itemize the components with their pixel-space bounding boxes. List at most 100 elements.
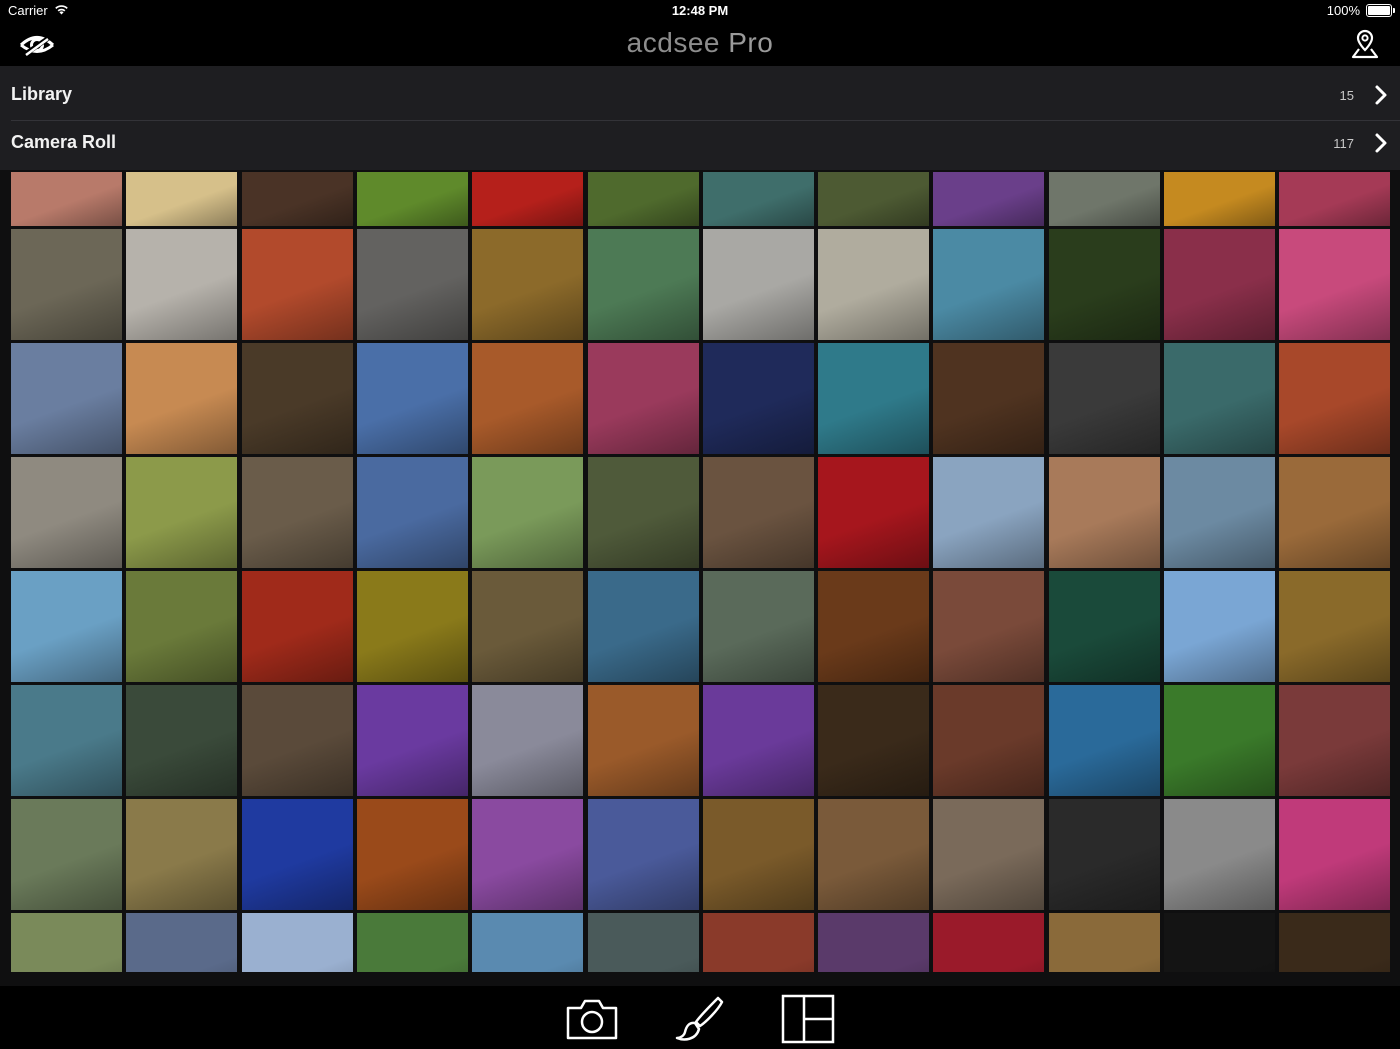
photo-thumbnail[interactable] — [1049, 571, 1160, 682]
photo-thumbnail[interactable] — [472, 172, 583, 226]
photo-thumbnail[interactable] — [242, 685, 353, 796]
photo-thumbnail[interactable] — [126, 913, 237, 972]
photo-thumbnail[interactable] — [242, 457, 353, 568]
album-row-camera-roll[interactable]: Camera Roll 117 — [0, 116, 1400, 168]
photo-thumbnail[interactable] — [11, 913, 122, 972]
photo-thumbnail[interactable] — [242, 799, 353, 910]
brush-icon[interactable] — [672, 992, 728, 1044]
photo-thumbnail[interactable] — [588, 799, 699, 910]
photo-thumbnail[interactable] — [1049, 913, 1160, 972]
photo-thumbnail[interactable] — [126, 172, 237, 226]
photo-thumbnail[interactable] — [242, 343, 353, 454]
photo-thumbnail[interactable] — [11, 172, 122, 226]
photo-thumbnail[interactable] — [1164, 685, 1275, 796]
photo-thumbnail[interactable] — [1049, 685, 1160, 796]
album-row-library[interactable]: Library 15 — [0, 68, 1400, 120]
photo-thumbnail[interactable] — [126, 343, 237, 454]
photo-thumbnail[interactable] — [1279, 457, 1390, 568]
photo-thumbnail[interactable] — [11, 799, 122, 910]
photo-thumbnail[interactable] — [357, 229, 468, 340]
photo-thumbnail[interactable] — [126, 799, 237, 910]
photo-thumbnail[interactable] — [703, 799, 814, 910]
photo-thumbnail[interactable] — [472, 571, 583, 682]
photo-thumbnail[interactable] — [1164, 343, 1275, 454]
photo-thumbnail[interactable] — [357, 913, 468, 972]
photo-thumbnail[interactable] — [357, 799, 468, 910]
photo-thumbnail[interactable] — [1279, 571, 1390, 682]
photo-thumbnail[interactable] — [1164, 799, 1275, 910]
photo-thumbnail[interactable] — [1279, 229, 1390, 340]
photo-thumbnail[interactable] — [1164, 229, 1275, 340]
photo-thumbnail[interactable] — [933, 457, 1044, 568]
photo-thumbnail[interactable] — [1164, 457, 1275, 568]
photo-thumbnail[interactable] — [472, 343, 583, 454]
photo-thumbnail[interactable] — [357, 685, 468, 796]
photo-thumbnail[interactable] — [472, 457, 583, 568]
photo-thumbnail[interactable] — [933, 172, 1044, 226]
photo-thumbnail[interactable] — [1279, 799, 1390, 910]
photo-thumbnail[interactable] — [357, 172, 468, 226]
photo-thumbnail[interactable] — [588, 571, 699, 682]
photo-thumbnail[interactable] — [126, 229, 237, 340]
photo-thumbnail[interactable] — [126, 685, 237, 796]
photo-thumbnail[interactable] — [1049, 172, 1160, 226]
photo-thumbnail[interactable] — [703, 343, 814, 454]
photo-thumbnail[interactable] — [472, 685, 583, 796]
photo-thumbnail[interactable] — [588, 457, 699, 568]
photo-thumbnail[interactable] — [588, 229, 699, 340]
photo-thumbnail[interactable] — [933, 799, 1044, 910]
photo-thumbnail[interactable] — [703, 172, 814, 226]
photo-thumbnail[interactable] — [242, 913, 353, 972]
photo-thumbnail[interactable] — [11, 457, 122, 568]
photo-thumbnail[interactable] — [472, 913, 583, 972]
photo-thumbnail[interactable] — [357, 457, 468, 568]
photo-thumbnail[interactable] — [703, 685, 814, 796]
photo-thumbnail[interactable] — [588, 172, 699, 226]
photo-thumbnail[interactable] — [11, 229, 122, 340]
photo-thumbnail[interactable] — [357, 571, 468, 682]
photo-thumbnail[interactable] — [588, 343, 699, 454]
photo-thumbnail[interactable] — [818, 457, 929, 568]
photo-thumbnail[interactable] — [588, 913, 699, 972]
photo-thumbnail[interactable] — [126, 571, 237, 682]
photo-thumbnail[interactable] — [1164, 913, 1275, 972]
photo-thumbnail[interactable] — [588, 685, 699, 796]
photo-thumbnail[interactable] — [1049, 229, 1160, 340]
photo-thumbnail[interactable] — [933, 343, 1044, 454]
photo-thumbnail[interactable] — [11, 685, 122, 796]
photo-thumbnail[interactable] — [242, 172, 353, 226]
photo-thumbnail[interactable] — [1164, 172, 1275, 226]
photo-thumbnail[interactable] — [1049, 799, 1160, 910]
photo-thumbnail[interactable] — [242, 229, 353, 340]
photo-thumbnail[interactable] — [703, 229, 814, 340]
photo-thumbnail[interactable] — [1279, 172, 1390, 226]
photo-thumbnail[interactable] — [1279, 913, 1390, 972]
photo-thumbnail[interactable] — [242, 571, 353, 682]
photo-thumbnail[interactable] — [818, 913, 929, 972]
camera-icon[interactable] — [564, 992, 620, 1044]
photo-thumbnail[interactable] — [818, 571, 929, 682]
photo-thumbnail[interactable] — [818, 229, 929, 340]
photo-thumbnail[interactable] — [126, 457, 237, 568]
photo-thumbnail[interactable] — [472, 799, 583, 910]
photo-thumbnail[interactable] — [1279, 685, 1390, 796]
photo-thumbnail[interactable] — [818, 799, 929, 910]
photo-thumbnail[interactable] — [933, 913, 1044, 972]
layout-icon[interactable] — [780, 992, 836, 1044]
photo-thumbnail[interactable] — [703, 571, 814, 682]
location-pin-icon[interactable] — [1350, 28, 1380, 60]
photo-thumbnail[interactable] — [357, 343, 468, 454]
photo-thumbnail[interactable] — [818, 172, 929, 226]
photo-thumbnail[interactable] — [818, 685, 929, 796]
photo-grid[interactable] — [11, 172, 1400, 972]
photo-thumbnail[interactable] — [703, 457, 814, 568]
photo-thumbnail[interactable] — [11, 343, 122, 454]
photo-thumbnail[interactable] — [1049, 457, 1160, 568]
photo-thumbnail[interactable] — [933, 685, 1044, 796]
photo-thumbnail[interactable] — [1279, 343, 1390, 454]
photo-thumbnail[interactable] — [1164, 571, 1275, 682]
photo-thumbnail[interactable] — [472, 229, 583, 340]
photo-thumbnail[interactable] — [933, 571, 1044, 682]
photo-thumbnail[interactable] — [933, 229, 1044, 340]
photo-thumbnail[interactable] — [818, 343, 929, 454]
